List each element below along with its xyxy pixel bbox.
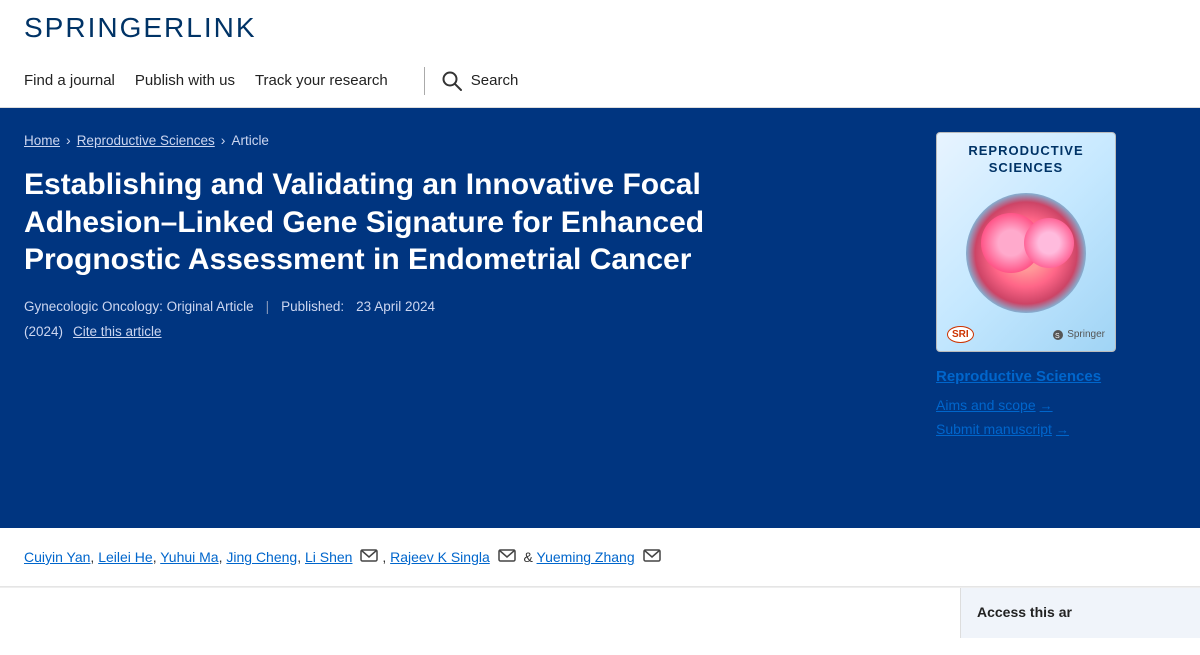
aims-scope-arrow: → — [1040, 398, 1053, 413]
find-journal-link[interactable]: Find a journal — [24, 64, 135, 97]
published-date: 23 April 2024 — [356, 299, 435, 314]
meta-separator: | — [266, 299, 270, 314]
author-li-shen[interactable]: Li Shen — [305, 549, 352, 565]
rajeev-email-icon[interactable] — [498, 546, 516, 568]
yueming-email-icon[interactable] — [643, 546, 661, 568]
journal-cover-image: ReproductiveSciences SRI S Springer — [936, 132, 1116, 352]
breadcrumb-section: Article — [231, 133, 269, 148]
breadcrumb-journal[interactable]: Reproductive Sciences — [77, 133, 215, 148]
journal-sidebar-links: Reproductive Sciences Aims and scope → S… — [936, 368, 1176, 437]
li-shen-email-icon[interactable] — [360, 546, 378, 568]
breadcrumb-home[interactable]: Home — [24, 133, 60, 148]
springer-logo: S Springer — [1052, 329, 1105, 341]
springer-label: Springer — [1067, 329, 1105, 340]
main-nav: Find a journal Publish with us Track you… — [24, 54, 1176, 107]
article-year: (2024) — [24, 324, 63, 339]
logo-text2: Link — [186, 12, 256, 43]
author-leilei-he[interactable]: Leilei He — [98, 549, 152, 565]
svg-text:S: S — [1055, 333, 1060, 340]
page-header: SpringerLink Find a journal Publish with… — [0, 0, 1200, 108]
publish-with-us-link[interactable]: Publish with us — [135, 64, 255, 97]
journal-title-link[interactable]: Reproductive Sciences — [936, 368, 1176, 385]
article-type: Gynecologic Oncology: Original Article — [24, 299, 254, 314]
logo-text: Springer — [24, 12, 186, 43]
access-row: Access this ar — [0, 587, 1200, 638]
published-label: Published: — [281, 299, 344, 314]
breadcrumb-sep-1: › — [66, 132, 71, 148]
article-title: Establishing and Validating an Innovativ… — [24, 166, 844, 279]
article-hero: Home › Reproductive Sciences › Article E… — [0, 108, 1200, 528]
cover-art — [966, 193, 1086, 313]
access-section: Access this ar — [960, 588, 1200, 638]
author-jing-cheng[interactable]: Jing Cheng — [226, 549, 297, 565]
submit-manuscript-link[interactable]: Submit manuscript → — [936, 421, 1176, 437]
search-button[interactable]: Search — [441, 70, 519, 92]
authors-list: Cuiyin Yan, Leilei He, Yuhui Ma, Jing Ch… — [24, 546, 1176, 568]
cover-footer: SRI S Springer — [937, 326, 1115, 343]
breadcrumb: Home › Reproductive Sciences › Article — [24, 132, 912, 148]
springerlink-logo[interactable]: SpringerLink — [24, 12, 1176, 54]
journal-sidebar: ReproductiveSciences SRI S Springer Repr… — [936, 132, 1176, 437]
author-cuiyin-yan[interactable]: Cuiyin Yan — [24, 549, 90, 565]
author-yuhui-ma[interactable]: Yuhui Ma — [160, 549, 218, 565]
track-research-link[interactable]: Track your research — [255, 64, 408, 97]
article-main-content: Home › Reproductive Sciences › Article E… — [24, 132, 912, 339]
author-yueming-zhang[interactable]: Yueming Zhang — [537, 549, 635, 565]
article-year-cite: (2024) Cite this article — [24, 324, 912, 339]
sri-logo: SRI — [947, 326, 974, 343]
cover-title: ReproductiveSciences — [968, 143, 1083, 177]
breadcrumb-sep-2: › — [221, 132, 226, 148]
search-icon — [441, 70, 463, 92]
submit-manuscript-arrow: → — [1056, 422, 1069, 437]
access-title: Access this ar — [977, 604, 1072, 620]
search-label: Search — [471, 72, 519, 89]
aims-scope-link[interactable]: Aims and scope → — [936, 397, 1176, 413]
cite-article-link[interactable]: Cite this article — [73, 324, 162, 339]
author-rajeev-singla[interactable]: Rajeev K Singla — [390, 549, 490, 565]
authors-section: Cuiyin Yan, Leilei He, Yuhui Ma, Jing Ch… — [0, 528, 1200, 587]
nav-divider — [424, 67, 425, 95]
article-meta: Gynecologic Oncology: Original Article |… — [24, 299, 912, 314]
